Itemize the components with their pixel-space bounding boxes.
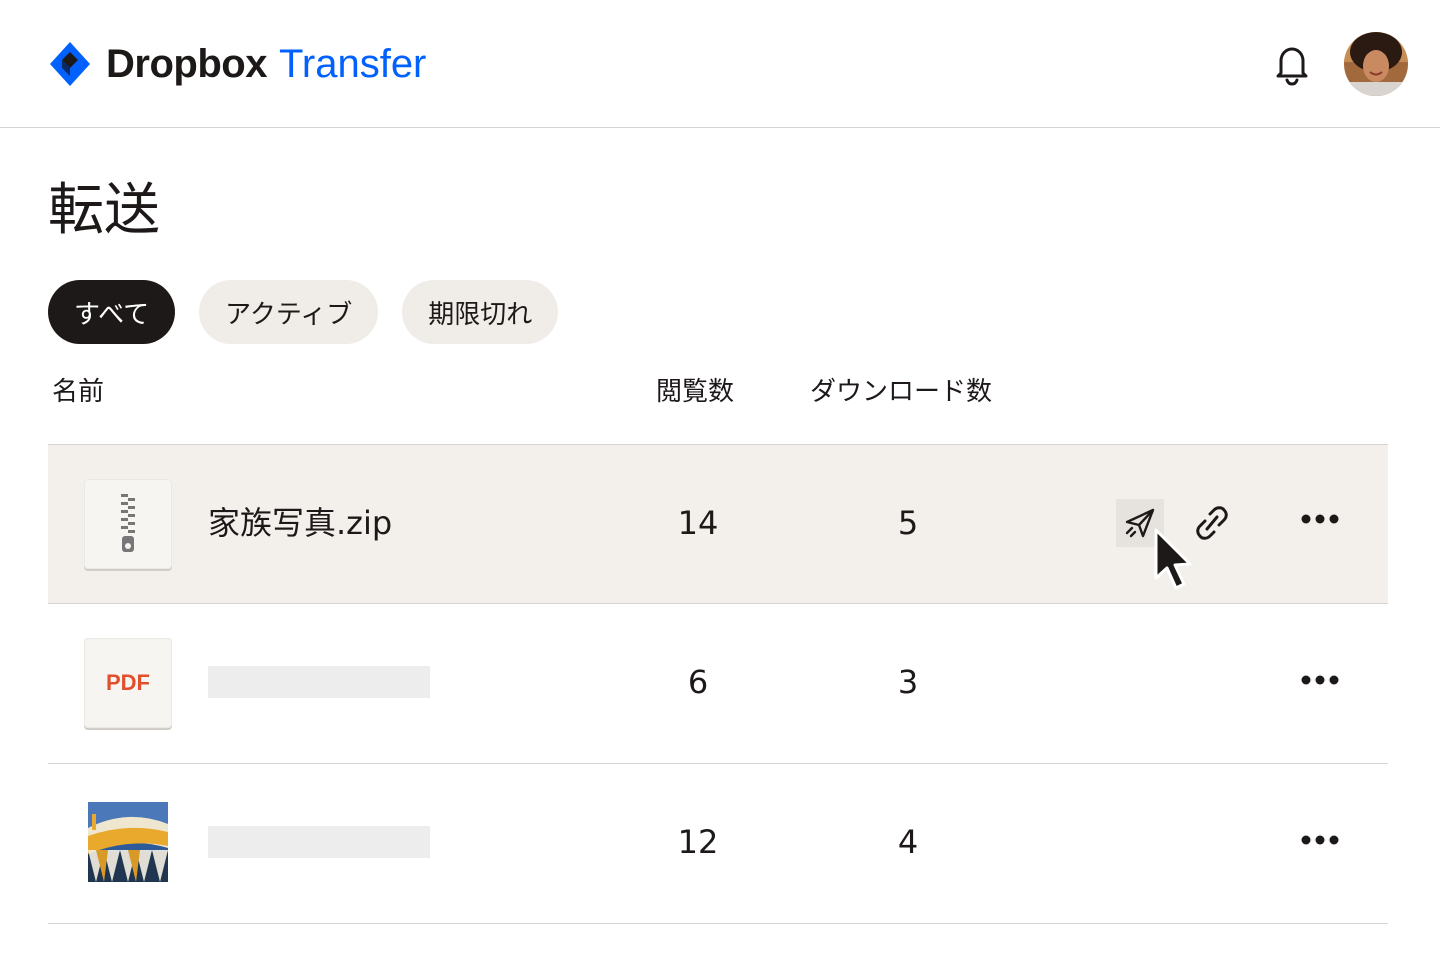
downloads-count: 4 (897, 823, 919, 861)
page: Dropbox Transfer 転送 すべて アクティブ 期限切れ 名前 閲覧… (0, 0, 1440, 960)
more-icon (1301, 514, 1339, 524)
top-bar: Dropbox Transfer (0, 0, 1440, 128)
file-name-placeholder (208, 826, 430, 858)
downloads-count: 5 (897, 504, 919, 542)
column-header-downloads[interactable]: ダウンロード数 (810, 374, 992, 410)
table-row[interactable]: 12 4 (48, 764, 1388, 924)
views-count: 14 (677, 504, 719, 542)
filter-chip-active[interactable]: アクティブ (199, 280, 379, 344)
avatar-image (1344, 32, 1408, 96)
send-icon (1125, 508, 1155, 538)
brand-logo[interactable]: Dropbox Transfer (48, 40, 426, 88)
table-row[interactable]: PDF 6 3 (48, 604, 1388, 764)
brand-name: Dropbox (106, 41, 267, 86)
avatar[interactable] (1344, 32, 1408, 96)
zip-file-icon (84, 479, 172, 569)
filter-chip-expired[interactable]: 期限切れ (402, 280, 559, 344)
views-count: 12 (677, 823, 719, 861)
column-header-views[interactable]: 閲覧数 (656, 374, 734, 410)
more-icon (1301, 835, 1339, 845)
file-name[interactable]: 家族写真.zip (208, 501, 392, 545)
pdf-label: PDF (106, 670, 150, 695)
bell-icon[interactable] (1270, 42, 1314, 86)
table-row[interactable]: 家族写真.zip 14 5 (48, 444, 1388, 604)
product-name: Transfer (278, 41, 427, 86)
copy-link-button[interactable] (1188, 499, 1236, 547)
more-options-button[interactable] (1296, 495, 1344, 543)
page-title: 転送 (48, 178, 160, 243)
more-icon (1301, 675, 1339, 685)
pdf-file-icon: PDF (84, 638, 172, 728)
send-button[interactable] (1116, 499, 1164, 547)
column-header-name[interactable]: 名前 (52, 374, 104, 410)
filter-chip-all[interactable]: すべて (48, 280, 176, 344)
downloads-count: 3 (897, 663, 919, 701)
more-options-button[interactable] (1296, 656, 1344, 704)
filter-chips: すべて アクティブ 期限切れ (48, 280, 559, 344)
dropbox-logo-icon (50, 42, 90, 86)
file-name-placeholder (208, 666, 430, 698)
link-icon (1196, 506, 1228, 540)
image-thumbnail (88, 802, 168, 882)
more-options-button[interactable] (1296, 816, 1344, 864)
views-count: 6 (687, 663, 709, 701)
